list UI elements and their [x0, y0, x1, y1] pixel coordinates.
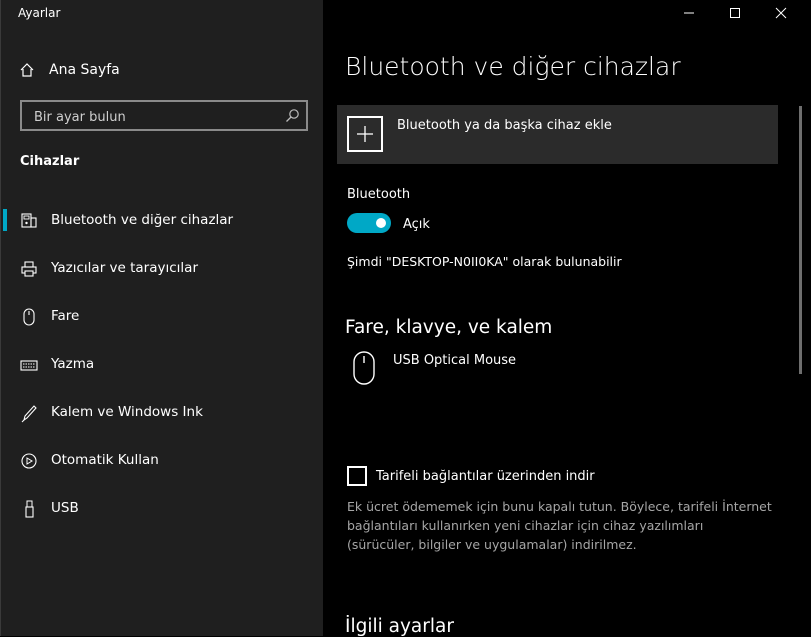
device-name[interactable]: USB Optical Mouse — [393, 353, 516, 368]
add-device-label: Bluetooth ya da başka cihaz ekle — [397, 118, 612, 133]
home-nav-item[interactable]: Ana Sayfa — [19, 58, 120, 82]
minimize-icon — [684, 12, 694, 14]
sidebar-item-label: Kalem ve Windows Ink — [51, 404, 203, 420]
autoplay-icon — [21, 453, 37, 469]
sidebar-item-label: Yazıcılar ve tarayıcılar — [51, 260, 198, 276]
maximize-icon — [730, 8, 740, 18]
window-title: Ayarlar — [18, 6, 61, 20]
home-icon — [20, 63, 34, 77]
maximize-button[interactable] — [712, 0, 758, 26]
sidebar-item-label: USB — [51, 500, 79, 516]
search-icon[interactable] — [285, 108, 300, 123]
search-box[interactable] — [20, 100, 308, 131]
sidebar-item-bluetooth[interactable]: Bluetooth ve diğer cihazlar — [1, 201, 323, 241]
related-settings-header: İlgili ayarlar — [345, 616, 454, 637]
add-icon — [347, 116, 383, 152]
metered-checkbox[interactable] — [347, 466, 367, 486]
mouse-icon — [353, 351, 375, 385]
usb-icon — [25, 500, 34, 518]
sidebar: Ayarlar Ana Sayfa Cihazlar Bluetooth ve … — [0, 0, 323, 636]
bluetooth-devices-icon — [21, 213, 37, 228]
sidebar-item-usb[interactable]: USB — [1, 489, 323, 529]
metered-description: Ek ücret ödememek için bunu kapalı tutun… — [347, 499, 772, 552]
pen-icon — [21, 405, 37, 423]
sidebar-item-label: Otomatik Kullan — [51, 452, 159, 468]
close-icon — [775, 7, 787, 19]
sidebar-item-autoplay[interactable]: Otomatik Kullan — [1, 441, 323, 481]
bluetooth-state: Açık — [403, 217, 430, 232]
printer-icon — [21, 261, 37, 277]
toggle-knob — [376, 218, 386, 228]
section-header: Cihazlar — [20, 154, 80, 169]
scrollbar[interactable] — [799, 106, 802, 374]
add-device-button[interactable]: Bluetooth ya da başka cihaz ekle — [337, 105, 778, 164]
bluetooth-label: Bluetooth — [347, 187, 411, 202]
sidebar-item-pen[interactable]: Kalem ve Windows Ink — [1, 393, 323, 433]
page-title: Bluetooth ve diğer cihazlar — [345, 52, 681, 81]
home-label: Ana Sayfa — [49, 62, 120, 78]
metered-checkbox-label[interactable]: Tarifeli bağlantılar üzerinden indir — [376, 469, 595, 484]
active-indicator — [3, 209, 7, 231]
sidebar-item-typing[interactable]: Yazma — [1, 345, 323, 385]
sidebar-item-label: Fare — [51, 308, 80, 324]
sidebar-item-mouse[interactable]: Fare — [1, 297, 323, 337]
discoverable-text: Şimdi "DESKTOP-N0II0KA" olarak bulunabil… — [347, 254, 622, 269]
mouse-icon — [23, 308, 35, 326]
search-input[interactable] — [32, 106, 276, 128]
sidebar-item-label: Bluetooth ve diğer cihazlar — [51, 212, 234, 228]
close-button[interactable] — [758, 0, 804, 26]
sidebar-item-printers[interactable]: Yazıcılar ve tarayıcılar — [1, 249, 323, 289]
sidebar-item-label: Yazma — [51, 356, 95, 372]
minimize-button[interactable] — [666, 0, 712, 26]
mouse-keyboard-pen-header: Fare, klavye, ve kalem — [345, 317, 553, 338]
keyboard-icon — [20, 360, 38, 371]
bluetooth-toggle[interactable] — [347, 213, 391, 233]
